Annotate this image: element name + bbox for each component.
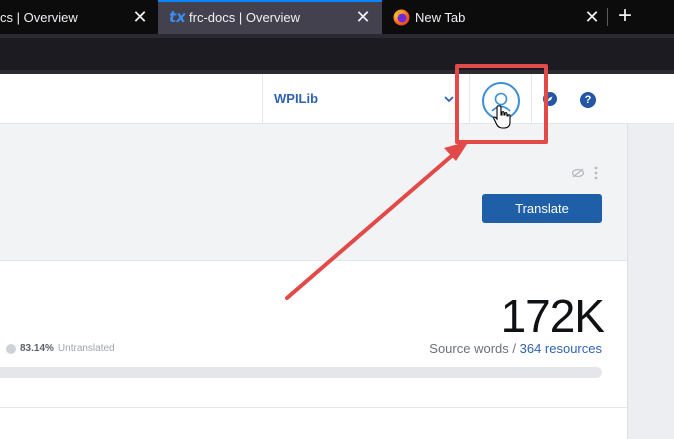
source-word-count: 172K: [500, 290, 605, 342]
source-words-label: Source words /: [429, 341, 516, 356]
tab-title: New Tab: [415, 10, 466, 25]
tab-frc-docs[interactable]: tx frc-docs | Overview ✕: [158, 0, 382, 34]
hand-cursor-icon: [493, 105, 511, 129]
project-hero: Translate: [0, 124, 627, 261]
organization-name: WPILib: [274, 91, 319, 106]
eye-hidden-icon[interactable]: [572, 168, 584, 178]
tab-close-icon[interactable]: ✕: [131, 8, 149, 26]
more-options-icon[interactable]: [594, 166, 598, 180]
source-words-line: Source words / 364 resources: [429, 341, 602, 356]
tab-divider: [607, 8, 608, 26]
main-content: Translate 83.14% Untranslated 172K Sourc…: [0, 124, 627, 439]
stats-card: 83.14% Untranslated 172K Source words / …: [0, 261, 627, 408]
scrollbar-gutter[interactable]: [627, 124, 674, 439]
app-header: WPILib ?: [0, 74, 674, 124]
untranslated-dot: [6, 343, 16, 354]
untranslated-percent: 83.14%: [20, 343, 54, 354]
transifex-favicon-icon: tx: [169, 8, 186, 26]
tab-new-tab[interactable]: New Tab ✕: [382, 0, 608, 34]
untranslated-legend: 83.14% Untranslated: [6, 343, 115, 354]
tab-overview[interactable]: cs | Overview ✕: [0, 0, 158, 34]
tab-title: cs | Overview: [0, 10, 78, 25]
browser-tab-strip: cs | Overview ✕ tx frc-docs | Overview ✕…: [0, 0, 674, 34]
tab-close-icon[interactable]: ✕: [583, 8, 601, 26]
browser-toolbar: [0, 34, 674, 74]
resources-link[interactable]: 364 resources: [520, 341, 602, 356]
translation-progress-bar: [0, 367, 602, 378]
firefox-icon: [393, 9, 410, 26]
tab-title: frc-docs | Overview: [189, 10, 301, 25]
untranslated-label: Untranslated: [57, 343, 115, 354]
organization-selector[interactable]: WPILib: [262, 74, 470, 124]
help-icon[interactable]: ?: [580, 92, 596, 108]
chevron-down-icon: [444, 96, 454, 103]
translate-button[interactable]: Translate: [482, 194, 602, 223]
new-tab-button[interactable]: +: [614, 4, 636, 28]
tab-close-icon[interactable]: ✕: [354, 8, 372, 26]
address-bar[interactable]: [0, 38, 674, 70]
